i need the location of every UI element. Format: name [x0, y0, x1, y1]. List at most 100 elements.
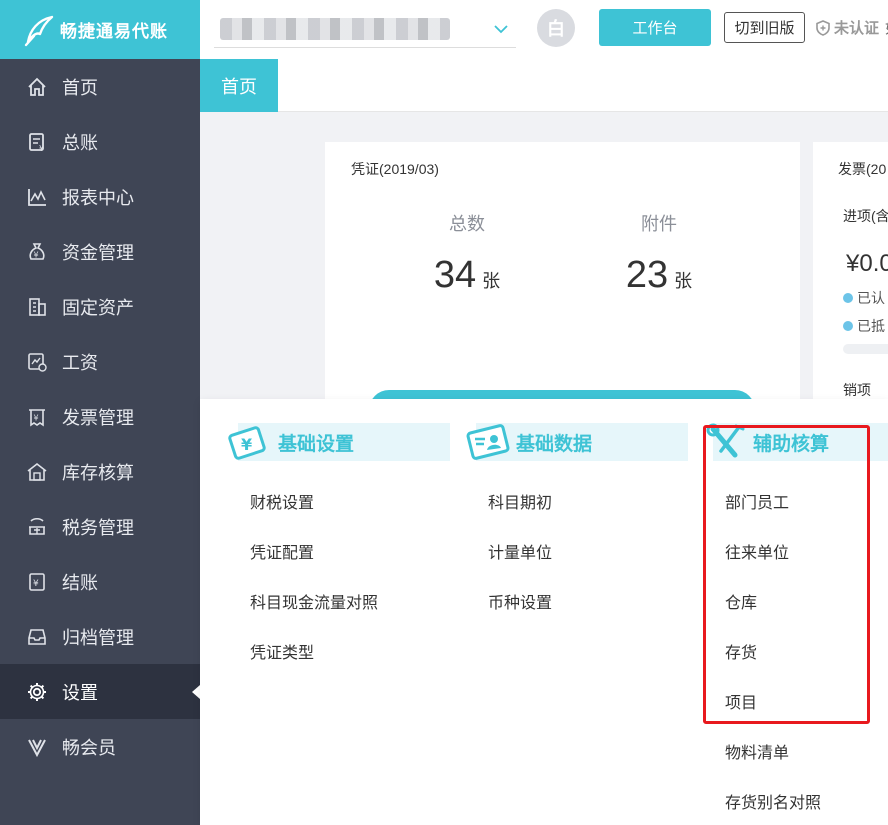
sidebar-item-label: 发票管理 [62, 407, 134, 428]
menu-item-bill-of-materials[interactable]: 物料清单 [725, 739, 789, 763]
checkout-icon: ¥ [25, 570, 49, 594]
sidebar-item-label: 库存核算 [62, 462, 134, 483]
sidebar-item-label: 资金管理 [62, 242, 134, 263]
voucher-card-title: 凭证(2019/03) [351, 161, 439, 177]
sidebar-item-label: 结账 [62, 572, 98, 593]
voucher-attach-label: 附件 [641, 214, 677, 234]
svg-text:¥: ¥ [34, 413, 39, 422]
menu-item-inventory[interactable]: 存货 [725, 639, 757, 663]
menu-header-basic-settings: ¥ 基础设置 [228, 423, 450, 461]
tax-settings-icon: ¥ [228, 426, 266, 460]
legend-dot [843, 321, 853, 331]
svg-text:¥: ¥ [39, 144, 44, 153]
building-icon [25, 295, 49, 319]
legend-label: 已认 [857, 290, 885, 306]
avatar[interactable]: 白 [537, 9, 575, 47]
menu-item-voucher-types[interactable]: 凭证类型 [250, 639, 314, 663]
switch-old-version-button[interactable]: 切到旧版 [724, 12, 805, 43]
sidebar-item-funds[interactable]: ¥ 资金管理 [0, 224, 200, 279]
app-logo[interactable]: 畅捷通易代账 [0, 0, 200, 59]
ledger-icon: ¥ [25, 130, 49, 154]
invoice-amount: ¥0.0 [846, 250, 888, 277]
sidebar-item-home[interactable]: 首页 [0, 59, 200, 114]
voucher-attach-unit: 张 [674, 271, 693, 291]
menu-item-opening-balances[interactable]: 科目期初 [488, 489, 552, 513]
home-icon [25, 75, 49, 99]
invoice-output-label: 销项 [843, 382, 871, 398]
menu-item-tax-settings[interactable]: 财税设置 [250, 489, 314, 513]
sidebar-item-label: 固定资产 [62, 297, 134, 318]
menu-item-currencies[interactable]: 币种设置 [488, 589, 552, 613]
invoice-card: 发票(20 进项(含 ¥0.0 已认 已抵 销项 [813, 142, 888, 442]
sidebar-item-label: 归档管理 [62, 627, 134, 648]
menu-item-units[interactable]: 计量单位 [488, 539, 552, 563]
voucher-total-unit: 张 [482, 271, 501, 291]
menu-header-label: 辅助核算 [753, 433, 830, 455]
sidebar-item-inventory[interactable]: 库存核算 [0, 444, 200, 499]
tools-icon [706, 423, 745, 458]
svg-text:¥: ¥ [34, 250, 39, 259]
sidebar-item-label: 税务管理 [62, 517, 134, 538]
cert-status-text: 未认证 [834, 20, 880, 37]
menu-item-cashflow-mapping[interactable]: 科目现金流量对照 [250, 589, 378, 613]
menu-item-voucher-config[interactable]: 凭证配置 [250, 539, 314, 563]
invoice-progress-bar [843, 344, 888, 354]
sidebar-item-ledger[interactable]: ¥ 总账 [0, 114, 200, 169]
voucher-attach-value: 23 张 [599, 254, 719, 297]
sidebar-item-invoices[interactable]: ¥ 发票管理 [0, 389, 200, 444]
menu-header-basic-data: 基础数据 [466, 423, 688, 461]
menu-item-business-partners[interactable]: 往来单位 [725, 539, 789, 563]
logo-feather-icon [24, 15, 54, 46]
voucher-total-label: 总数 [449, 214, 485, 234]
invoice-icon: ¥ [25, 405, 49, 429]
menu-item-departments-employees[interactable]: 部门员工 [725, 489, 789, 513]
sidebar-item-vip[interactable]: 畅会员 [0, 719, 200, 774]
data-card-icon [466, 424, 510, 460]
voucher-total-value: 34 张 [407, 254, 527, 297]
menu-header-auxiliary-accounting: 辅助核算 [706, 423, 888, 461]
company-name-redacted [220, 18, 450, 40]
legend-label: 已抵 [857, 318, 885, 334]
menu-header-label: 基础数据 [516, 433, 593, 455]
legend-dot [843, 293, 853, 303]
sidebar-item-checkout[interactable]: ¥ 结账 [0, 554, 200, 609]
cert-status[interactable]: 未认证 如 [815, 17, 888, 38]
voucher-card: 凭证(2019/03) 总数 34 张 附件 23 张 [325, 142, 800, 442]
sidebar-item-settings[interactable]: 设置 [0, 664, 200, 719]
salary-icon [25, 350, 49, 374]
logo-text: 畅捷通易代账 [60, 22, 168, 41]
sidebar-item-label: 总账 [62, 132, 98, 153]
invoice-card-title: 发票(20 [838, 161, 887, 177]
company-selector[interactable] [214, 12, 516, 48]
tab-home[interactable]: 首页 [200, 59, 278, 112]
invoice-legend-certified: 已认 [843, 288, 885, 308]
menu-header-label: 基础设置 [278, 433, 355, 455]
settings-menu-panel: ¥ 基础设置 财税设置 凭证配置 科目现金流量对照 凭证类型 基础数据 科目期初… [200, 399, 888, 825]
sidebar-item-label: 首页 [62, 77, 98, 98]
sidebar-item-label: 设置 [62, 682, 98, 703]
menu-item-projects[interactable]: 项目 [725, 689, 757, 713]
money-bag-icon: ¥ [25, 240, 49, 264]
sidebar-item-reports[interactable]: 报表中心 [0, 169, 200, 224]
sidebar-item-salary[interactable]: 工资 [0, 334, 200, 389]
sidebar-item-fixed-assets[interactable]: 固定资产 [0, 279, 200, 334]
svg-text:¥: ¥ [241, 435, 252, 454]
menu-item-inventory-alias-mapping[interactable]: 存货别名对照 [725, 789, 821, 813]
chevron-down-icon [494, 25, 508, 34]
menu-item-warehouse[interactable]: 仓库 [725, 589, 757, 613]
tab-bar: 首页 [200, 59, 888, 112]
vip-icon [25, 735, 49, 759]
top-bar: 白 工作台 切到旧版 未认证 如 [200, 0, 888, 59]
archive-icon [25, 625, 49, 649]
sidebar-item-label: 工资 [62, 352, 98, 373]
voucher-attach-number: 23 [625, 254, 669, 296]
sidebar-item-tax[interactable]: 税务管理 [0, 499, 200, 554]
sidebar: 畅捷通易代账 首页 ¥ 总账 报表中心 ¥ 资金管理 固定资产 工资 ¥ 发票管… [0, 0, 200, 825]
workbench-button[interactable]: 工作台 [599, 9, 711, 46]
sidebar-item-archive[interactable]: 归档管理 [0, 609, 200, 664]
gear-icon [25, 680, 49, 704]
chart-icon [25, 185, 49, 209]
avatar-label: 白 [547, 19, 565, 39]
sidebar-item-label: 畅会员 [62, 737, 116, 758]
svg-text:¥: ¥ [33, 579, 39, 589]
